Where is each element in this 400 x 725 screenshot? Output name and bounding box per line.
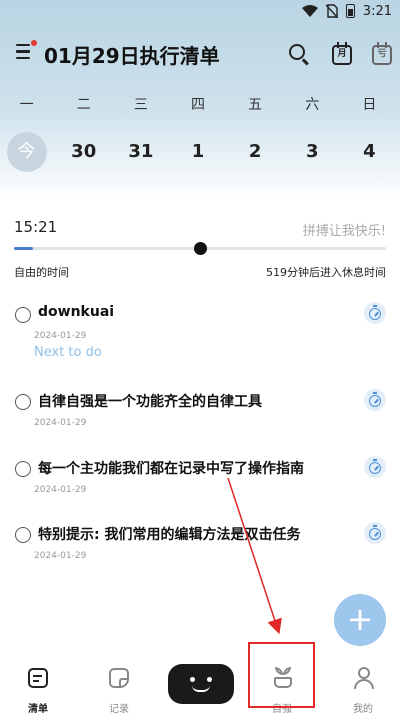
task-title: downkuai: [38, 304, 115, 320]
calendar-plan-icon[interactable]: 亏: [370, 42, 394, 66]
today-circle: 今: [6, 132, 47, 172]
task-title: 自律自强是一个功能齐全的自律工具: [38, 394, 262, 410]
battery-icon: [345, 4, 355, 18]
weekday-label: 三: [133, 97, 148, 113]
rest-countdown-label: 519分钟后进入休息时间: [266, 266, 386, 279]
timer-icon[interactable]: [364, 456, 386, 478]
face-mouth: [192, 685, 210, 692]
list-icon: [28, 668, 48, 688]
timer-icon[interactable]: [364, 302, 386, 324]
task-date: 2024-01-29: [34, 331, 87, 341]
weekday-label: 二: [76, 97, 91, 113]
free-time-label: 自由的时间: [14, 266, 69, 279]
page-title: 01月29日执行清单: [44, 44, 220, 68]
add-task-button[interactable]: +: [334, 594, 386, 646]
current-time: 15:21: [14, 218, 58, 236]
date-cell[interactable]: 4: [341, 132, 398, 172]
task-checkbox[interactable]: [15, 461, 31, 477]
date-cell[interactable]: 30: [55, 132, 112, 172]
timer-icon[interactable]: [364, 522, 386, 544]
date-row: 今 30 31 1 2 3 4: [0, 132, 398, 172]
weekday-label: 六: [305, 97, 320, 113]
face-eye: [207, 677, 212, 682]
calendar-month-icon[interactable]: 月: [330, 42, 354, 66]
user-icon: [353, 666, 375, 690]
nav-label: 我的: [353, 704, 373, 715]
task-checkbox[interactable]: [15, 527, 31, 543]
nav-label: 记录: [109, 704, 129, 715]
weekday-label: 日: [362, 97, 377, 113]
note-icon: [109, 668, 129, 688]
time-progress-knob[interactable]: [193, 242, 207, 255]
weekday-label: 四: [190, 97, 205, 113]
time-progress-fill: [14, 247, 34, 250]
date-cell[interactable]: 1: [169, 132, 226, 172]
task-date: 2024-01-29: [34, 485, 87, 495]
annotation-highlight-box: [248, 642, 315, 708]
date-cell[interactable]: 31: [112, 132, 169, 172]
search-icon[interactable]: [287, 42, 311, 66]
timer-icon[interactable]: [364, 389, 386, 411]
wifi-icon: [301, 5, 318, 17]
task-checkbox[interactable]: [15, 307, 31, 323]
task-date: 2024-01-29: [34, 551, 87, 561]
date-cell[interactable]: 3: [284, 132, 341, 172]
no-sim-icon: [325, 4, 338, 18]
date-today[interactable]: 今: [0, 132, 55, 172]
calendar-plan-icon-text: 亏: [372, 45, 392, 65]
task-next-step[interactable]: Next to do: [34, 345, 102, 360]
task-date: 2024-01-29: [34, 418, 87, 428]
weekday-label: 五: [248, 97, 263, 113]
weekday-label: 一: [19, 97, 34, 113]
nav-label: 清单: [28, 704, 48, 715]
app-header: 01月29日执行清单 月 亏: [0, 36, 400, 70]
status-time: 3:21: [362, 3, 392, 19]
date-cell[interactable]: 2: [227, 132, 284, 172]
center-face-button[interactable]: [168, 664, 234, 704]
weekday-row: 一 二 三 四 五 六 日: [0, 94, 398, 114]
slogan: 拼搏让我快乐!: [302, 224, 386, 239]
task-title: 特别提示: 我们常用的编辑方法是双击任务: [38, 527, 301, 543]
menu-icon[interactable]: [16, 44, 36, 62]
status-bar: 3:21: [0, 0, 400, 22]
notification-dot: [31, 40, 37, 46]
task-checkbox[interactable]: [15, 394, 31, 410]
calendar-month-icon-text: 月: [332, 45, 352, 65]
face-eye: [190, 677, 195, 682]
task-title: 每一个主功能我们都在记录中写了操作指南: [38, 461, 304, 477]
